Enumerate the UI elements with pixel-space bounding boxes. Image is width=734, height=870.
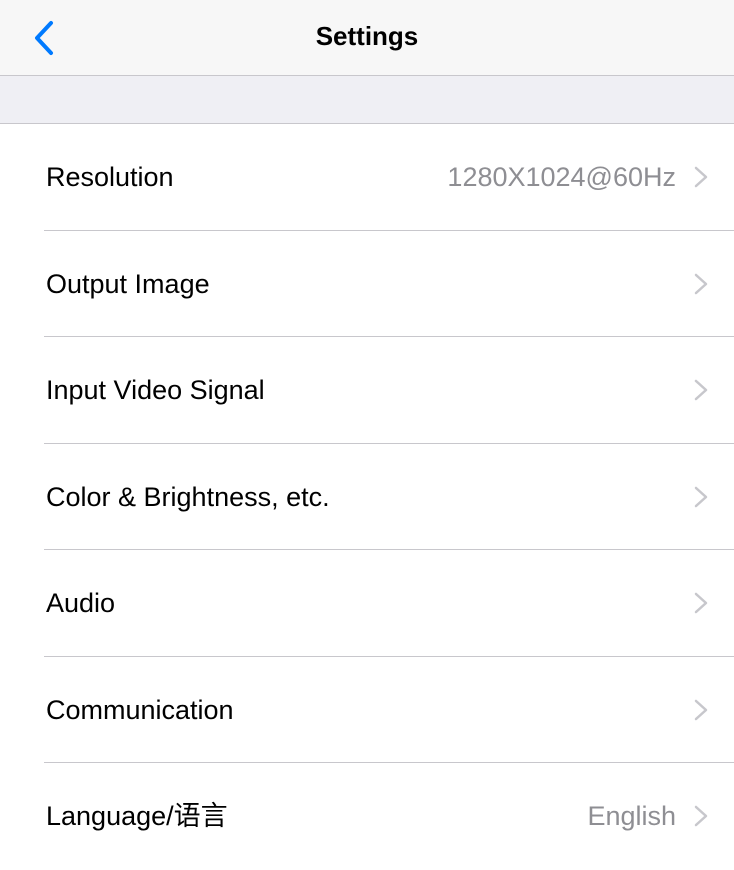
settings-row-input-video-signal[interactable]: Input Video Signal: [0, 337, 734, 444]
chevron-right-icon: [694, 592, 708, 614]
row-label: Input Video Signal: [46, 375, 265, 405]
chevron-right-icon: [694, 166, 708, 188]
row-label: Audio: [46, 588, 116, 618]
settings-row-color-brightness[interactable]: Color & Brightness, etc.: [0, 443, 734, 550]
chevron-right-icon: [694, 805, 708, 827]
chevron-right-icon: [694, 699, 708, 720]
row-label: Color & Brightness, etc.: [46, 481, 330, 512]
page-title: Settings: [315, 21, 419, 51]
row-label: Communication: [46, 694, 234, 725]
navigation-bar: Settings: [0, 0, 734, 76]
settings-row-communication[interactable]: Communication: [0, 656, 734, 763]
chevron-right-icon: [694, 486, 708, 507]
row-value: 1280X1024@60Hz: [447, 162, 676, 192]
row-value: English: [587, 801, 676, 831]
settings-row-language[interactable]: Language/语言 English: [0, 763, 734, 870]
section-header-spacer: [0, 76, 734, 124]
settings-row-audio[interactable]: Audio: [0, 550, 734, 657]
settings-row-output-image[interactable]: Output Image: [0, 230, 734, 337]
chevron-right-icon: [694, 273, 708, 294]
row-label: Resolution: [46, 162, 174, 192]
chevron-right-icon: [694, 379, 708, 401]
settings-row-resolution[interactable]: Resolution 1280X1024@60Hz: [0, 124, 734, 231]
row-label: Language/语言: [46, 801, 228, 831]
row-label: Output Image: [46, 268, 210, 299]
settings-list: Resolution 1280X1024@60Hz Output Image I…: [0, 124, 734, 870]
